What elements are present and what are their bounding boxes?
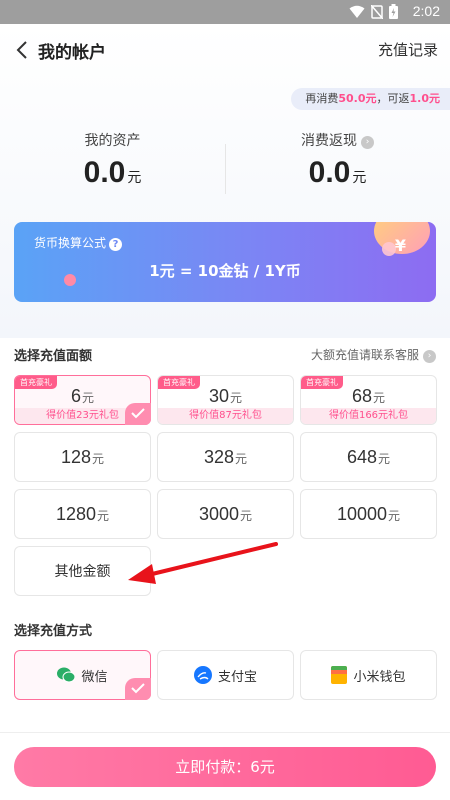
pay-method-label: 支付宝 (217, 669, 257, 685)
amount-value: 30 (208, 386, 229, 406)
amount-option-1280[interactable]: 1280元 (14, 489, 151, 539)
nav-bar: 我的帐户 充值记录 (0, 24, 450, 76)
formula-label: 货币换算公式? (34, 234, 123, 251)
wechat-icon (57, 667, 76, 683)
pay-method-wechat[interactable]: 微信 (14, 650, 151, 700)
amount-unit: 元 (388, 509, 401, 523)
formula-label-text: 货币换算公式 (34, 236, 107, 250)
amount-section-title: 选择充值面额 (14, 349, 93, 364)
battery-icon (389, 4, 398, 19)
mi-wallet-icon (331, 666, 348, 684)
rebate-back: 1.0元 (409, 92, 441, 105)
amount-unit: 元 (378, 452, 391, 466)
footer-bar: 立即付款：6元 (0, 732, 450, 800)
status-time: 2:02 (412, 3, 440, 19)
other-amount-button[interactable]: 其他金额 (14, 546, 151, 596)
amount-value: 6 (70, 386, 81, 406)
selected-check-icon (125, 678, 151, 700)
amount-unit: 元 (373, 391, 386, 405)
assets-panel: 我的资产 0.0 元 消费返现 › 0.0 元 (0, 130, 450, 200)
my-assets-unit: 元 (127, 169, 142, 185)
amount-value: 648 (346, 447, 378, 467)
large-recharge-note[interactable]: 大额充值请联系客服 › (311, 346, 436, 363)
my-assets: 我的资产 0.0 元 (0, 130, 225, 190)
wifi-icon (349, 5, 365, 18)
pay-method-label: 小米钱包 (353, 669, 406, 685)
rebate-prefix: 再消费 (305, 92, 339, 105)
chevron-right-icon: › (423, 350, 436, 363)
pay-method-alipay[interactable]: 支付宝 (157, 650, 294, 700)
pay-method-label: 微信 (81, 669, 108, 685)
first-recharge-tag: 首充豪礼 (15, 376, 57, 389)
conversion-formula: 1元 = 10金钻 / 1Y币 (149, 262, 301, 280)
pay-method-mi-wallet[interactable]: 小米钱包 (300, 650, 437, 700)
amount-option-6[interactable]: 首充豪礼 6元 得价值23元礼包 (14, 375, 151, 425)
selected-check-icon (125, 403, 151, 425)
cashback-label: 消费返现 (301, 133, 357, 149)
recharge-records-link[interactable]: 充值记录 (378, 39, 438, 60)
status-icons (349, 4, 398, 19)
rebate-pill: 再消费50.0元，可返1.0元 (291, 88, 450, 110)
formula-help-icon[interactable]: ? (109, 238, 123, 251)
amount-option-648[interactable]: 648元 (300, 432, 437, 482)
rebate-amount: 50.0元 (338, 92, 377, 105)
conversion-banner: ¥ 货币换算公式? 1元 = 10金钻 / 1Y币 (14, 222, 436, 302)
amount-unit: 元 (230, 391, 243, 405)
chevron-left-icon (16, 41, 27, 59)
amount-value: 328 (203, 447, 235, 467)
other-amount-label: 其他金额 (54, 563, 111, 579)
large-recharge-note-text: 大额充值请联系客服 (310, 348, 419, 362)
no-sim-icon (371, 4, 383, 19)
yen-coin-icon: ¥ (394, 236, 406, 255)
cashback-unit: 元 (352, 169, 367, 185)
amount-value: 10000 (336, 504, 388, 524)
page-title: 我的帐户 (38, 43, 106, 63)
amount-unit: 元 (92, 452, 105, 466)
amount-option-128[interactable]: 128元 (14, 432, 151, 482)
pay-section-title: 选择充值方式 (14, 624, 93, 639)
amount-option-10000[interactable]: 10000元 (300, 489, 437, 539)
pay-now-button[interactable]: 立即付款：6元 (14, 747, 436, 787)
cashback-value: 0.0 (308, 156, 351, 189)
amount-unit: 元 (82, 391, 95, 405)
cashback: 消费返现 › 0.0 元 (225, 130, 450, 190)
amount-option-30[interactable]: 首充豪礼 30元 得价值87元礼包 (157, 375, 294, 425)
first-recharge-tag: 首充豪礼 (158, 376, 200, 389)
alipay-icon (193, 666, 212, 684)
amount-option-328[interactable]: 328元 (157, 432, 294, 482)
amount-unit: 元 (240, 509, 253, 523)
first-recharge-tag: 首充豪礼 (301, 376, 343, 389)
rebate-mid: ，可返 (376, 92, 410, 105)
status-bar: 2:02 (0, 0, 450, 24)
amount-value: 3000 (198, 504, 240, 524)
amount-unit: 元 (235, 452, 248, 466)
amount-value: 68 (351, 386, 372, 406)
cashback-info-icon[interactable]: › (361, 136, 374, 149)
gift-note: 得价值87元礼包 (158, 408, 293, 424)
amount-value: 128 (60, 447, 92, 467)
amount-value: 1280 (55, 504, 97, 524)
amount-unit: 元 (97, 509, 110, 523)
my-assets-value: 0.0 (83, 156, 126, 189)
my-assets-label: 我的资产 (84, 133, 141, 149)
back-button[interactable] (12, 39, 32, 61)
amount-option-68[interactable]: 首充豪礼 68元 得价值166元礼包 (300, 375, 437, 425)
amount-option-3000[interactable]: 3000元 (157, 489, 294, 539)
gift-note: 得价值166元礼包 (301, 408, 436, 424)
